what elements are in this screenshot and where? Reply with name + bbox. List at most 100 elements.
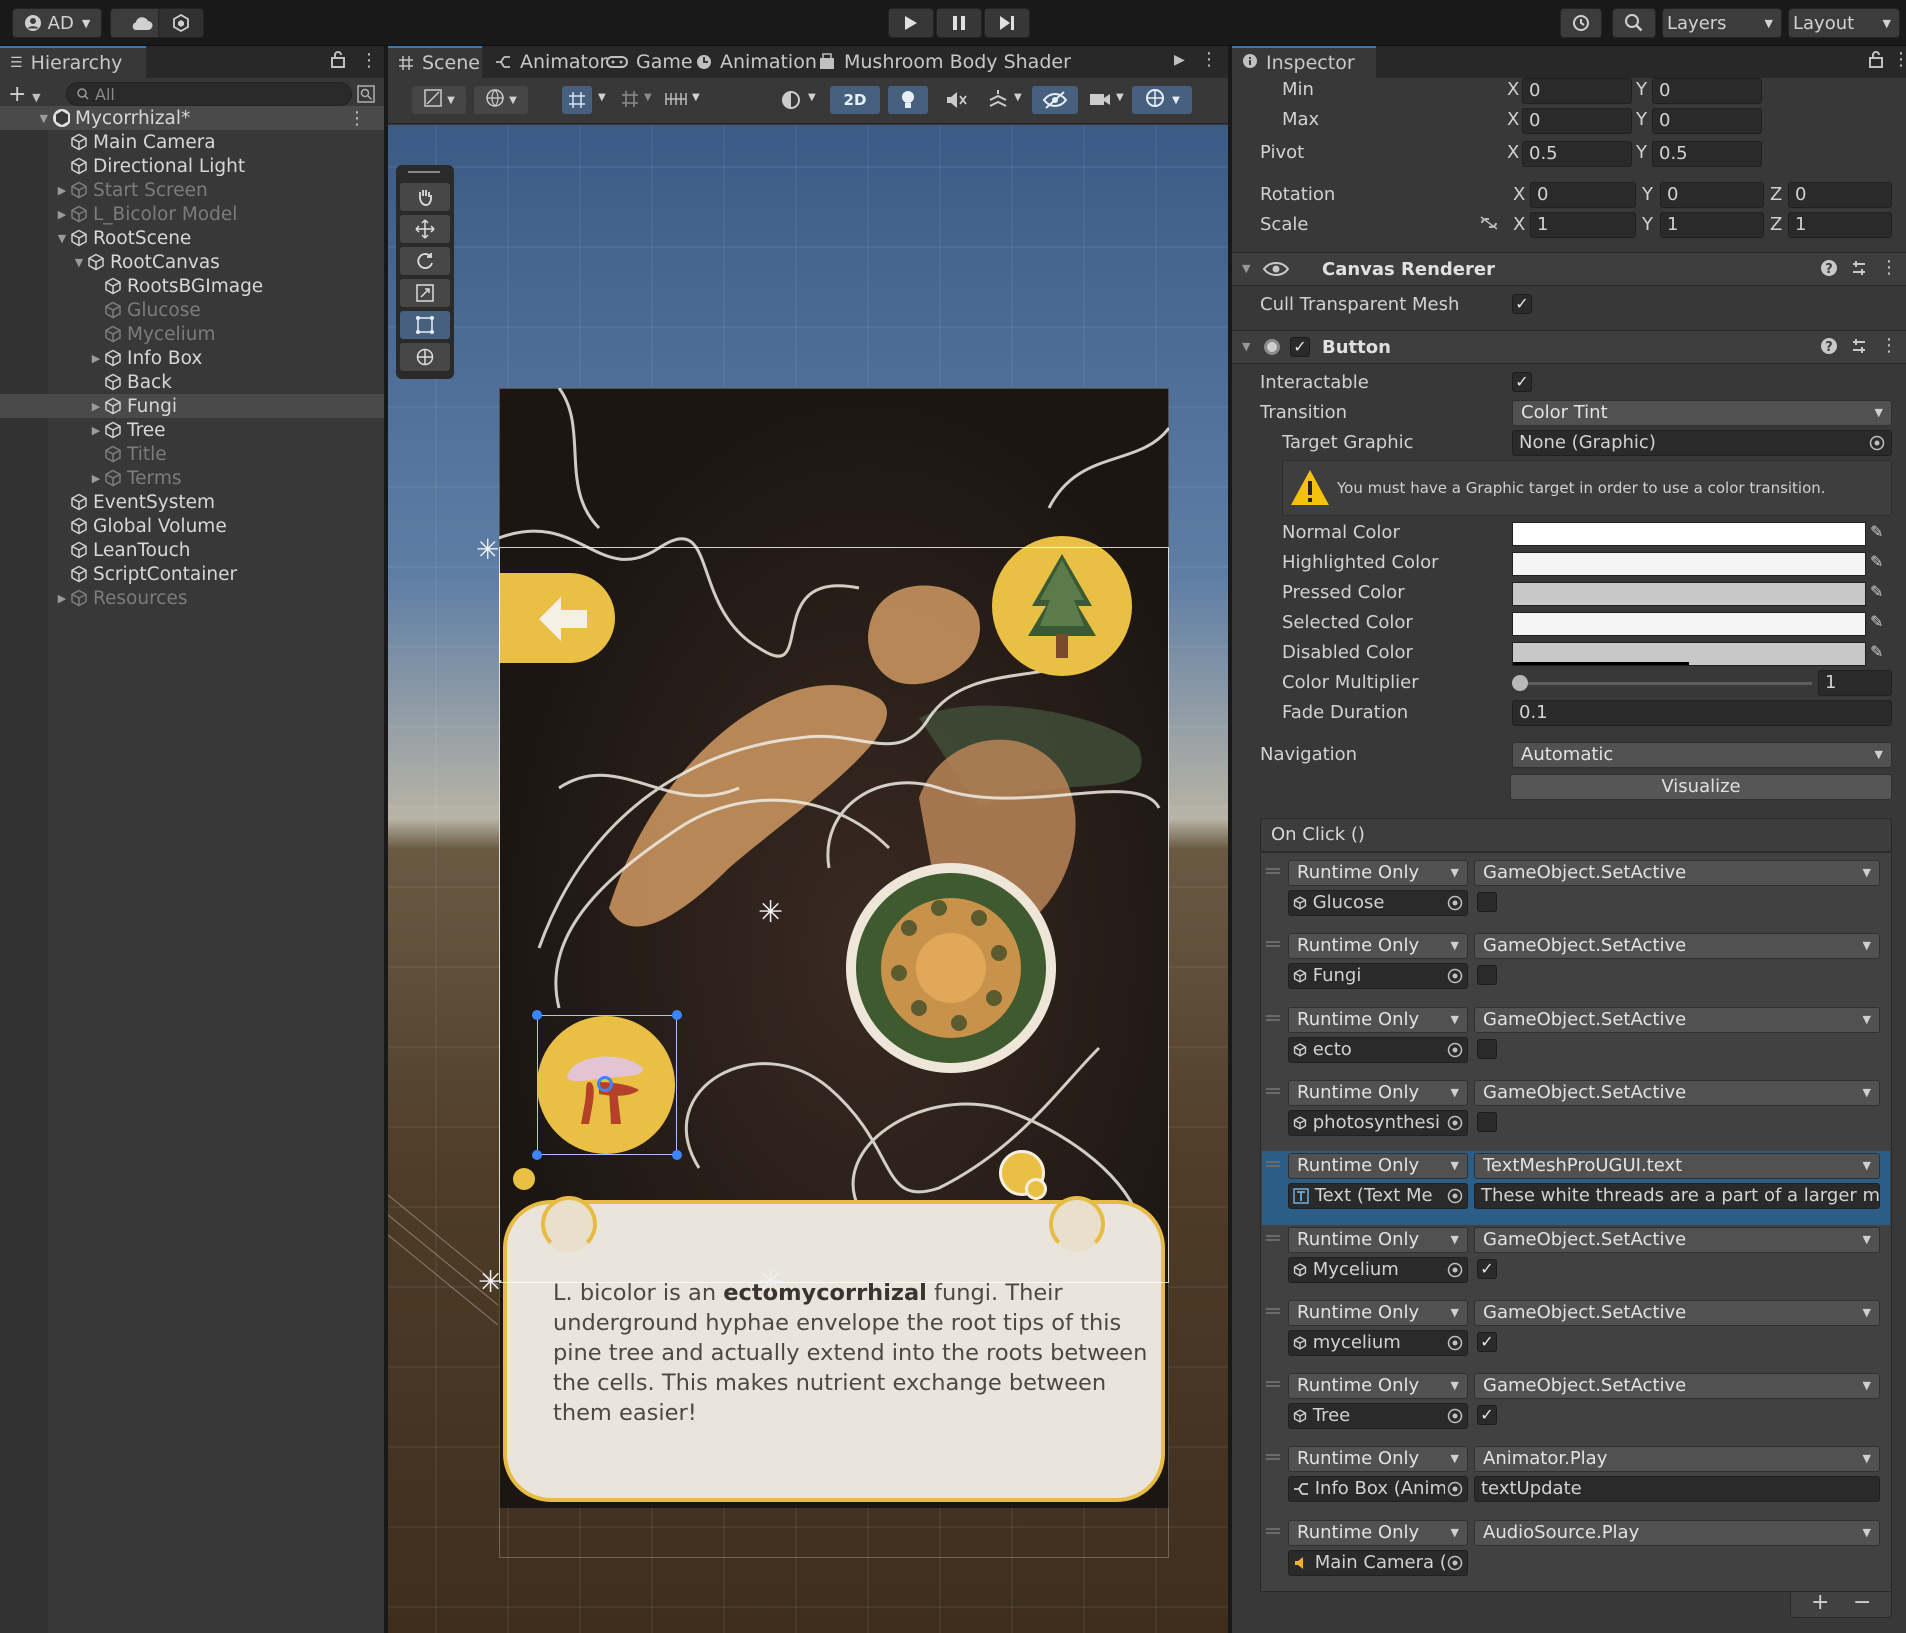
foldout-arrow-icon[interactable]: ▼ xyxy=(54,232,70,245)
target-object-field[interactable]: Tree xyxy=(1288,1403,1468,1430)
runtime-dropdown[interactable]: Runtime Only xyxy=(1288,1446,1468,1473)
transform-tool-button[interactable] xyxy=(400,343,450,371)
drag-handle[interactable] xyxy=(1266,941,1280,944)
function-dropdown[interactable]: GameObject.SetActive xyxy=(1474,1226,1880,1253)
highlighted-color-field[interactable] xyxy=(1512,552,1866,576)
hierarchy-item[interactable]: LeanTouch xyxy=(0,538,384,562)
foldout-arrow-icon[interactable]: ▶ xyxy=(88,424,104,437)
onclick-event-row[interactable]: Runtime Only GameObject.SetActive photos… xyxy=(1262,1078,1890,1152)
tab-animation[interactable]: Animation xyxy=(686,46,817,78)
object-picker-icon[interactable] xyxy=(1445,1554,1463,1575)
target-object-field[interactable]: photosynthesi xyxy=(1288,1109,1468,1136)
constrain-proportions-icon[interactable] xyxy=(1478,214,1500,237)
chevron-down-icon[interactable]: ▼ xyxy=(644,92,652,103)
tab-scene[interactable]: Scene xyxy=(388,46,482,78)
more-icon[interactable]: ⋮ xyxy=(1892,49,1906,70)
tab-overflow-icon[interactable]: ▶ xyxy=(1174,52,1185,68)
onclick-event-row[interactable]: Runtime Only GameObject.SetActive Fungi xyxy=(1262,931,1890,1005)
search-button[interactable] xyxy=(1612,8,1656,38)
foldout-arrow-icon[interactable]: ▶ xyxy=(88,400,104,413)
function-dropdown[interactable]: GameObject.SetActive xyxy=(1474,860,1880,886)
drag-handle[interactable] xyxy=(1266,1161,1280,1164)
palette-handle[interactable] xyxy=(408,171,440,173)
target-object-field[interactable]: ecto xyxy=(1288,1036,1468,1063)
runtime-dropdown[interactable]: Runtime Only xyxy=(1288,1006,1468,1033)
grid-snap-button[interactable] xyxy=(562,86,592,114)
more-icon[interactable]: ⋮ xyxy=(1880,335,1898,356)
rotate-tool-button[interactable] xyxy=(400,247,450,275)
rotation-y-field[interactable]: 0 xyxy=(1660,182,1764,208)
function-dropdown[interactable]: GameObject.SetActive xyxy=(1474,1373,1880,1400)
hierarchy-item[interactable]: Global Volume xyxy=(0,514,384,538)
help-icon[interactable]: ? xyxy=(1820,259,1838,282)
foldout-arrow-icon[interactable]: ▼ xyxy=(1242,340,1250,353)
hierarchy-item[interactable]: Title xyxy=(0,442,384,466)
runtime-dropdown[interactable]: Runtime Only xyxy=(1288,860,1468,886)
runtime-dropdown[interactable]: Runtime Only xyxy=(1288,1226,1468,1253)
more-icon[interactable]: ⋮ xyxy=(360,50,378,71)
create-button[interactable]: + ▼ xyxy=(8,82,41,107)
foldout-arrow-icon[interactable]: ▶ xyxy=(54,208,70,221)
object-picker-icon[interactable] xyxy=(1445,1261,1463,1282)
layout-dropdown[interactable]: Layout ▼ xyxy=(1788,8,1900,38)
eyedropper-icon[interactable]: ✎ xyxy=(1870,582,1883,601)
eyedropper-icon[interactable]: ✎ xyxy=(1870,612,1883,631)
presets-icon[interactable] xyxy=(1850,259,1868,282)
button-enabled-checkbox[interactable]: ✓ xyxy=(1290,337,1310,357)
2d-toggle[interactable]: 2D xyxy=(830,86,880,114)
hierarchy-item[interactable]: ▶ Start Screen xyxy=(0,178,384,202)
hierarchy-item[interactable]: ▶ Resources xyxy=(0,586,384,610)
chevron-down-icon[interactable]: ▼ xyxy=(598,92,606,103)
lock-icon[interactable] xyxy=(1868,50,1884,73)
scale-x-field[interactable]: 1 xyxy=(1530,212,1636,238)
multiplier-slider-track[interactable] xyxy=(1514,682,1812,685)
layers-dropdown[interactable]: Layers ▼ xyxy=(1662,8,1782,38)
rotation-x-field[interactable]: 0 xyxy=(1530,182,1636,208)
event-bool-argument[interactable]: ✓ xyxy=(1477,1331,1497,1352)
function-dropdown[interactable]: TextMeshProUGUI.text xyxy=(1474,1153,1880,1180)
global-dropdown[interactable]: ▼ xyxy=(474,86,528,114)
event-bool-argument[interactable] xyxy=(1477,1038,1497,1059)
drag-handle[interactable] xyxy=(1266,1307,1280,1310)
event-bool-argument[interactable]: ✓ xyxy=(1477,1405,1497,1426)
event-string-argument[interactable]: textUpdate xyxy=(1474,1476,1880,1503)
anchor-max-x-field[interactable]: 0 xyxy=(1522,108,1632,134)
hierarchy-item[interactable]: Main Camera xyxy=(0,130,384,154)
object-picker-icon[interactable] xyxy=(1445,1334,1463,1355)
multiplier-slider-thumb[interactable] xyxy=(1512,675,1528,691)
anchor-min-y-field[interactable]: 0 xyxy=(1652,78,1762,104)
hierarchy-item[interactable]: RootsBGImage xyxy=(0,274,384,298)
pivot-x-field[interactable]: 0.5 xyxy=(1522,141,1632,167)
target-object-field[interactable]: Fungi xyxy=(1288,963,1468,990)
ruler-icon[interactable] xyxy=(664,89,688,114)
function-dropdown[interactable]: Animator.Play xyxy=(1474,1446,1880,1473)
foldout-arrow-icon[interactable]: ▼ xyxy=(0,112,52,125)
more-icon[interactable]: ⋮ xyxy=(1880,257,1898,278)
scene-visibility-toggle[interactable] xyxy=(1032,86,1078,114)
tab-game[interactable]: Game xyxy=(596,46,693,78)
color-multiplier-field[interactable]: 1 xyxy=(1818,670,1892,696)
event-bool-argument[interactable] xyxy=(1477,1111,1497,1132)
target-graphic-field[interactable]: None (Graphic) xyxy=(1512,430,1892,456)
history-button[interactable] xyxy=(1560,8,1602,38)
hierarchy-item[interactable]: ▶ Fungi xyxy=(0,394,384,418)
draw-mode-dropdown[interactable]: ▼ xyxy=(412,86,466,114)
hierarchy-scene-root[interactable]: ▼ Mycorrhizal* ⋮ xyxy=(0,106,384,130)
foldout-arrow-icon[interactable]: ▶ xyxy=(88,352,104,365)
hierarchy-item[interactable]: Back xyxy=(0,370,384,394)
hierarchy-item[interactable]: ▶ Tree xyxy=(0,418,384,442)
hand-tool-button[interactable] xyxy=(400,183,450,211)
chevron-down-icon[interactable]: ▼ xyxy=(1014,92,1022,103)
effects-icon[interactable] xyxy=(986,88,1010,117)
transition-dropdown[interactable]: Color Tint xyxy=(1512,400,1892,426)
object-picker-icon[interactable] xyxy=(1445,1481,1463,1502)
scale-z-field[interactable]: 1 xyxy=(1788,212,1892,238)
disabled-color-field[interactable] xyxy=(1512,642,1866,666)
onclick-event-row[interactable]: Runtime Only GameObject.SetActive Glucos… xyxy=(1262,858,1890,932)
play-button[interactable] xyxy=(888,8,934,38)
event-string-argument[interactable]: These white threads are a part of a larg… xyxy=(1474,1183,1880,1210)
remove-event-button[interactable]: − xyxy=(1853,1590,1871,1615)
hierarchy-item[interactable]: ▶ Terms xyxy=(0,466,384,490)
pressed-color-field[interactable] xyxy=(1512,582,1866,606)
onclick-event-row[interactable]: Runtime Only AudioSource.Play Main Camer… xyxy=(1262,1518,1890,1592)
